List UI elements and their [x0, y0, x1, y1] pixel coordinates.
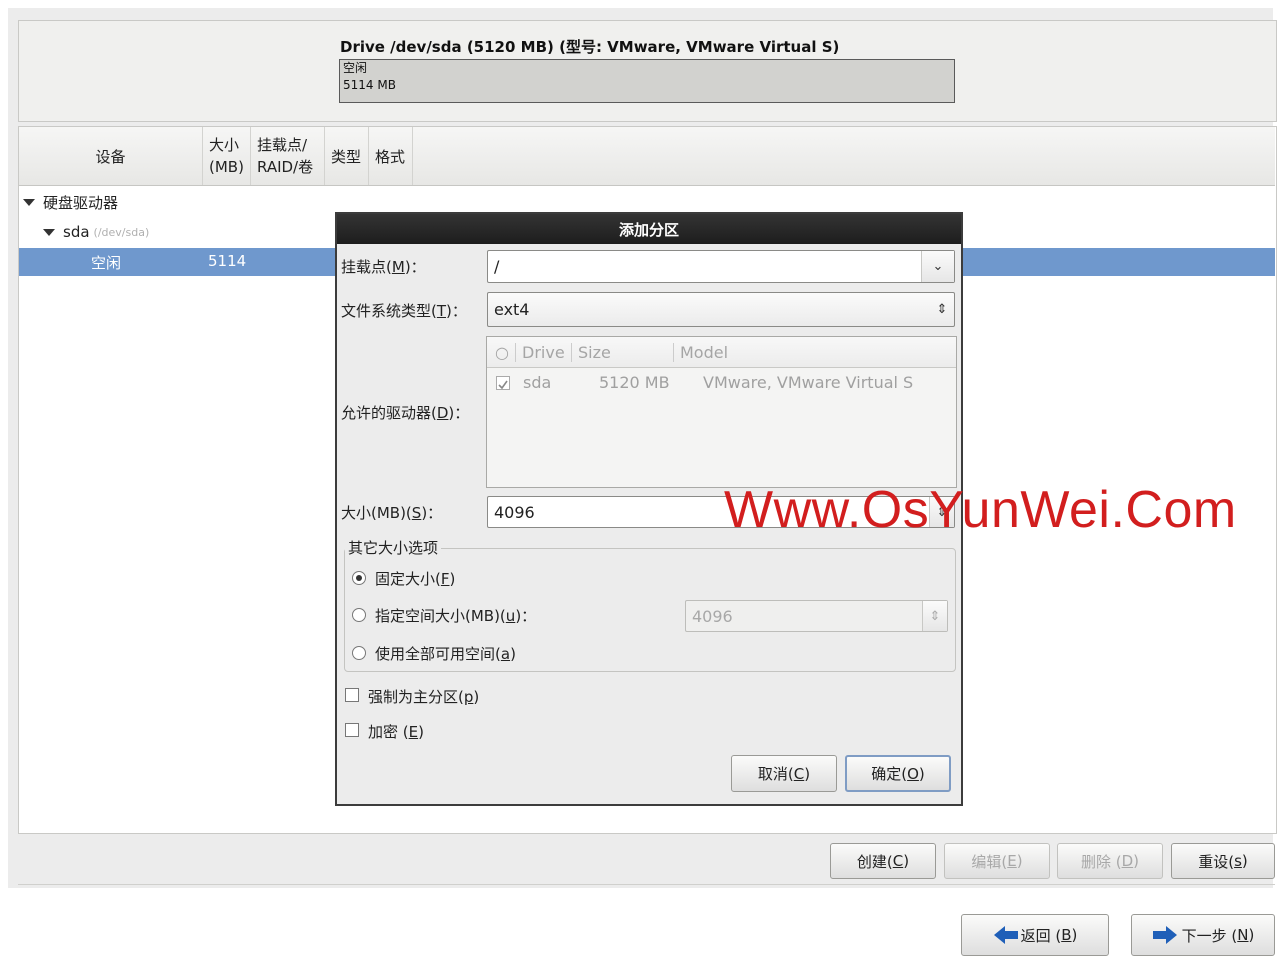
col-size[interactable]: 大小 (MB) [203, 127, 251, 185]
spin-arrows-icon[interactable]: ⇕ [922, 601, 947, 631]
drive-checkbox[interactable] [496, 376, 510, 390]
edit-button[interactable]: 编辑(E) [944, 843, 1050, 879]
drives-list-header: ○ Drive Size Model [487, 337, 956, 368]
next-arrow-icon [1152, 926, 1177, 944]
radio-fixed-size[interactable] [352, 571, 366, 585]
watermark-text: Www.OsYunWei.Com [724, 481, 1237, 539]
expand-triangle-icon[interactable] [43, 228, 55, 236]
fill-up-to-label[interactable]: 指定空间大小(MB)(u)： [375, 605, 536, 626]
col-type[interactable]: 类型 [325, 127, 369, 185]
fill-up-to-spin-field[interactable]: 4096 ⇕ [685, 600, 948, 632]
back-arrow-icon [993, 926, 1018, 944]
encrypt-label[interactable]: 加密 (E) [368, 721, 424, 742]
dialog-title: 添加分区 [337, 214, 961, 244]
segment-size: 5114 MB [343, 78, 396, 92]
drive-free-segment[interactable]: 空闲 5114 MB [339, 59, 955, 103]
col-mount[interactable]: 挂载点/RAID/卷 [251, 127, 325, 185]
drives-col-size[interactable]: Size [571, 343, 611, 362]
allowed-drives-label: 允许的驱动器(D)： [341, 404, 470, 422]
back-button[interactable]: 返回 (B) [961, 914, 1109, 956]
encrypt-checkbox[interactable] [345, 723, 359, 737]
radio-fill-up-to[interactable] [352, 608, 366, 622]
free-size: 5114 [208, 252, 247, 270]
fixed-size-label[interactable]: 固定大小(F) [375, 568, 455, 589]
updown-icon[interactable]: ⇕ [930, 293, 954, 326]
free-label: 空闲 [91, 254, 122, 272]
mount-point-combo[interactable]: / ⌄ [487, 250, 955, 283]
drives-col-model[interactable]: Model [673, 343, 728, 362]
create-button[interactable]: 创建(C) [830, 843, 936, 879]
drives-col-select[interactable]: ○ [495, 343, 509, 362]
separator [18, 884, 1275, 885]
chevron-down-icon[interactable]: ⌄ [921, 251, 954, 282]
expand-triangle-icon[interactable] [23, 198, 35, 206]
delete-button[interactable]: 删除 (D) [1057, 843, 1163, 879]
col-device[interactable]: 设备 [19, 127, 203, 185]
fs-type-select[interactable]: ext4 ⇕ [487, 292, 955, 327]
allowed-drives-list[interactable]: ○ Drive Size Model sda 5120 MB VMware, V… [486, 336, 957, 488]
drive-title: Drive /dev/sda (5120 MB) (型号: VMware, VM… [340, 38, 840, 56]
other-size-options-legend: 其它大小选项 [345, 537, 442, 558]
fs-type-label: 文件系统类型(T)： [341, 302, 467, 320]
drives-col-drive[interactable]: Drive [515, 343, 565, 362]
mount-point-label: 挂载点(M)： [341, 258, 426, 276]
tree-item-hard-drives[interactable]: 硬盘驱动器 [19, 188, 118, 216]
reset-button[interactable]: 重设(s) [1171, 843, 1275, 879]
next-button[interactable]: 下一步 (N) [1131, 914, 1275, 956]
fill-all-label[interactable]: 使用全部可用空间(a) [375, 643, 516, 664]
segment-label: 空闲 [343, 61, 368, 75]
force-primary-checkbox[interactable] [345, 688, 359, 702]
cancel-button[interactable]: 取消(C) [731, 755, 837, 792]
tree-item-sda[interactable]: sda (/dev/sda) [19, 218, 149, 246]
size-label: 大小(MB)(S)： [341, 504, 443, 522]
table-header: 设备 大小 (MB) 挂载点/RAID/卷 类型 格式 [19, 127, 1275, 186]
force-primary-label[interactable]: 强制为主分区(p) [368, 686, 479, 707]
ok-button[interactable]: 确定(O) [845, 755, 951, 792]
radio-fill-all[interactable] [352, 646, 366, 660]
col-format[interactable]: 格式 [369, 127, 413, 185]
